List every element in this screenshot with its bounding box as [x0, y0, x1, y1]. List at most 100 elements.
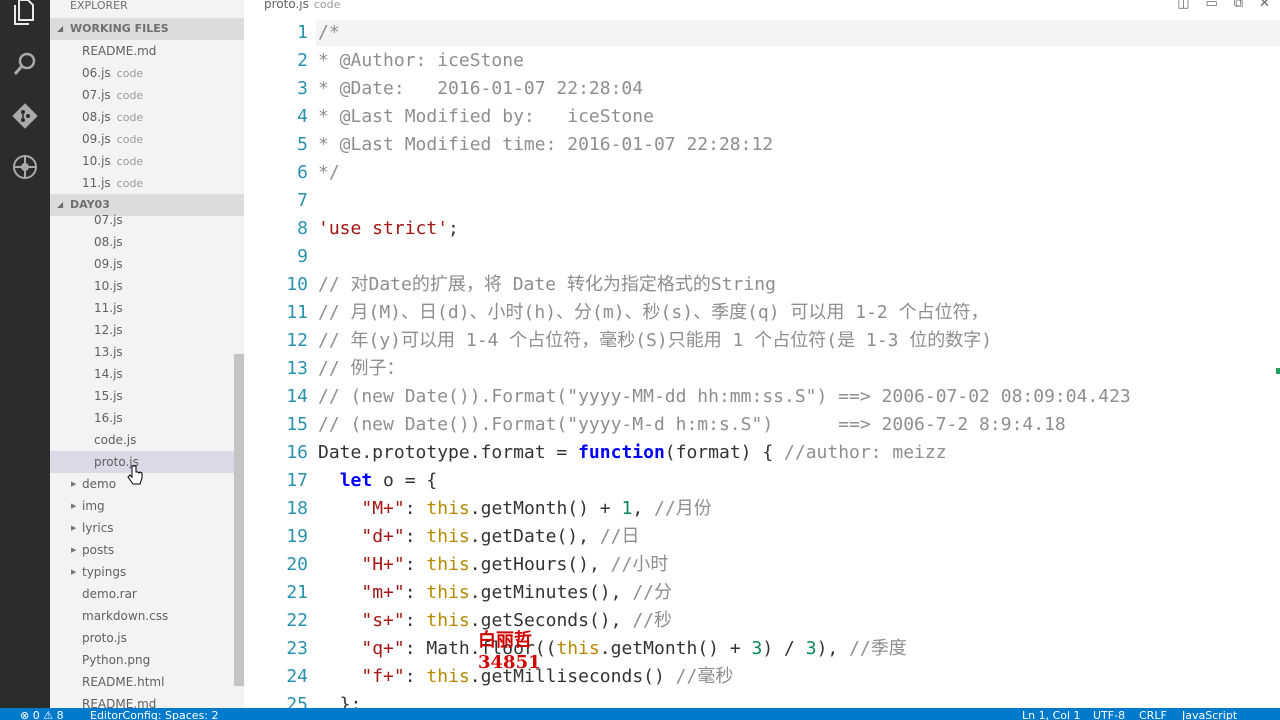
- files-icon[interactable]: [9, 0, 41, 28]
- language-mode[interactable]: JavaScript: [1182, 708, 1237, 720]
- code-token: //月份: [654, 498, 712, 519]
- code-text: /*: [318, 19, 340, 47]
- file-item[interactable]: proto.js: [82, 627, 127, 649]
- code-text: * @Author: iceStone: [318, 47, 524, 75]
- sidebar-scrollbar[interactable]: [234, 354, 244, 686]
- code-text: * @Date: 2016-01-07 22:28:04: [318, 75, 643, 103]
- code-token: "m+": [361, 582, 405, 603]
- code-folder-file-item[interactable]: 11.js: [94, 297, 123, 319]
- code-text: */: [318, 159, 340, 187]
- line-number: 7: [297, 190, 308, 211]
- code-text: "m+": this.getMinutes(), //分: [318, 579, 672, 607]
- line-number: 6: [297, 162, 308, 183]
- code-folder-file-item[interactable]: 08.js: [94, 231, 123, 253]
- encoding-indicator[interactable]: UTF-8: [1093, 708, 1125, 720]
- line-number: 18: [286, 498, 308, 519]
- code-token: // (new Date()).Format("yyyy-MM-dd hh:mm…: [318, 386, 1131, 407]
- code-editor[interactable]: proto.js code ◫ ▭ ⧉ ✕ 1 /* 2 * @Author: iceS…: [244, 0, 1280, 708]
- open-changes-icon[interactable]: ▭: [1206, 0, 1218, 11]
- folder-item[interactable]: ▶ typings: [71, 561, 126, 583]
- file-item[interactable]: Python.png: [82, 649, 150, 671]
- code-folder-file-item[interactable]: 15.js: [94, 385, 123, 407]
- file-item[interactable]: demo.rar: [82, 583, 137, 605]
- code-folder-file-item[interactable]: 12.js: [94, 319, 123, 341]
- code-token: ;: [448, 218, 459, 239]
- code-token: //秒: [632, 610, 673, 631]
- code-token: * @Author: iceStone: [318, 50, 524, 71]
- cursor-hand-icon: [127, 465, 143, 485]
- debug-icon[interactable]: [9, 151, 41, 183]
- code-text: // 月(M)、日(d)、小时(h)、分(m)、秒(s)、季度(q) 可以用 1…: [318, 299, 989, 327]
- code-text: * @Last Modified time: 2016-01-07 22:28:…: [318, 131, 773, 159]
- code-token: .getMinutes(),: [469, 582, 633, 603]
- code-token: * @Date: 2016-01-07 22:28:04: [318, 78, 644, 99]
- line-number: 9: [297, 246, 308, 267]
- file-item[interactable]: README.html: [82, 671, 164, 693]
- working-file-item[interactable]: 06.js code: [82, 62, 143, 84]
- code-token: :: [404, 554, 427, 575]
- line-number: 17: [286, 470, 308, 491]
- split-editor-icon[interactable]: ◫: [1177, 0, 1189, 11]
- folder-item[interactable]: ▶ demo: [71, 473, 116, 495]
- code-token: //分: [632, 582, 673, 603]
- code-text: "d+": this.getDate(), //日: [318, 523, 639, 551]
- git-icon[interactable]: [9, 100, 41, 132]
- code-folder-file-item[interactable]: 10.js: [94, 275, 123, 297]
- problems-indicator[interactable]: ⊗ 0 ⚠ 8: [20, 708, 64, 720]
- code-token: this: [556, 638, 600, 659]
- code-token: "d+": [361, 526, 405, 547]
- cursor-position[interactable]: Ln 1, Col 1: [1022, 708, 1081, 720]
- code-token: 3: [751, 638, 763, 659]
- line-number: 20: [286, 554, 308, 575]
- new-window-icon[interactable]: ⧉: [1234, 0, 1243, 11]
- working-file-item[interactable]: 07.js code: [82, 84, 143, 106]
- line-number: 21: [286, 582, 308, 603]
- code-folder-file-item[interactable]: 14.js: [94, 363, 123, 385]
- code-token: .getMonth() +: [599, 638, 752, 659]
- working-file-item[interactable]: 11.js code: [82, 172, 143, 194]
- editorconfig-status[interactable]: EditorConfig: Spaces: 2: [90, 708, 219, 720]
- code-token: */: [318, 162, 340, 183]
- file-item[interactable]: README.md: [82, 693, 156, 708]
- code-token: //毫秒: [675, 666, 734, 687]
- working-file-item[interactable]: README.md: [82, 40, 156, 62]
- working-files-header[interactable]: ◢ WORKING FILES: [50, 18, 244, 40]
- file-item[interactable]: markdown.css: [82, 605, 168, 627]
- folder-item[interactable]: ▶ lyrics: [71, 517, 114, 539]
- code-token: 1: [621, 498, 633, 519]
- line-number: 10: [286, 274, 308, 295]
- code-token: 3: [805, 638, 817, 659]
- code-token: this: [426, 582, 470, 603]
- explorer-sidebar: EXPLORER ◢ WORKING FILES README.md 06.js c…: [50, 0, 244, 708]
- working-file-item[interactable]: 08.js code: [82, 106, 143, 128]
- expand-triangle-icon: ▶: [71, 568, 77, 576]
- close-icon[interactable]: ✕: [1259, 0, 1270, 11]
- code-token: .getDate(),: [469, 526, 600, 547]
- code-folder-file-item[interactable]: 09.js: [94, 253, 123, 275]
- code-token: this: [426, 498, 470, 519]
- status-bar: ⊗ 0 ⚠ 8 EditorConfig: Spaces: 2 Ln 1, Co…: [0, 708, 1280, 720]
- code-token: //季度: [849, 638, 907, 659]
- line-number: 23: [286, 638, 308, 659]
- code-token: };: [318, 694, 362, 708]
- code-token: "s+": [361, 610, 405, 631]
- code-folder-file-item[interactable]: 07.js: [94, 209, 123, 231]
- code-folder-file-item[interactable]: 16.js: [94, 407, 123, 429]
- code-token: this: [426, 554, 470, 575]
- working-file-item[interactable]: 09.js code: [82, 128, 143, 150]
- folder-item[interactable]: ▶ img: [71, 495, 105, 517]
- eol-indicator[interactable]: CRLF: [1139, 708, 1167, 720]
- code-folder-file-item[interactable]: 13.js: [94, 341, 123, 363]
- code-token: Date.prototype.format =: [318, 442, 579, 463]
- search-icon[interactable]: [9, 48, 41, 80]
- collapse-triangle-icon: ◢: [57, 24, 64, 33]
- working-file-item[interactable]: 10.js code: [82, 150, 143, 172]
- folder-item[interactable]: ▶ posts: [71, 539, 114, 561]
- editor-tab[interactable]: proto.js code: [264, 0, 340, 12]
- code-token: :: [404, 666, 427, 687]
- code-folder-file-item[interactable]: code.js: [94, 429, 136, 451]
- project-folder-header[interactable]: ◢ DAY03: [50, 194, 244, 216]
